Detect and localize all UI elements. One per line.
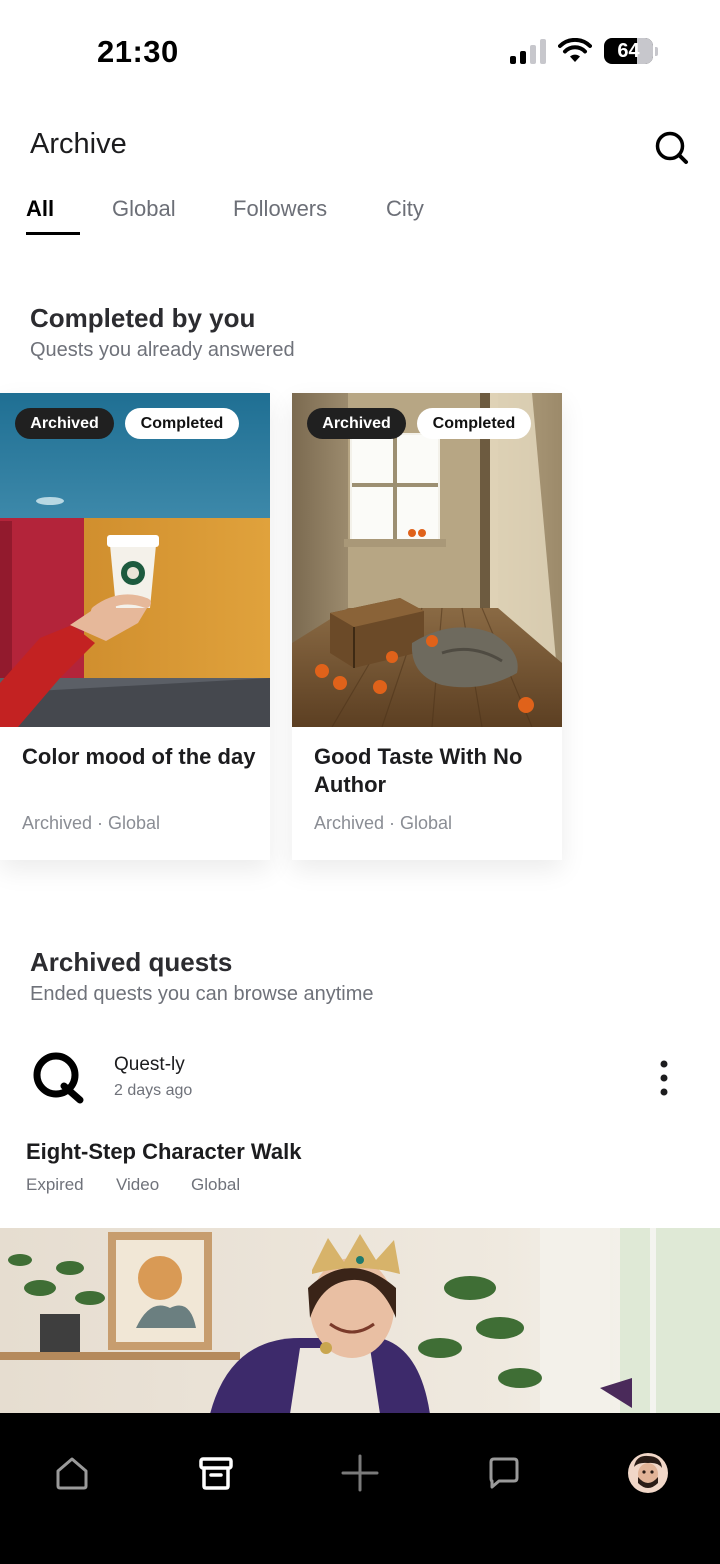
card-meta: Archived · Global — [314, 813, 453, 833]
completed-section-title: Completed by you — [30, 303, 256, 333]
nav-messages[interactable] — [472, 1441, 536, 1505]
page-title: Archive — [30, 128, 127, 160]
card-image: Archived Completed — [292, 393, 562, 727]
tab-global[interactable]: Global — [112, 196, 233, 236]
post-time: 2 days ago — [114, 1082, 193, 1099]
status-icons: 64 — [510, 38, 658, 64]
author-name[interactable]: Quest-ly — [114, 1054, 185, 1076]
wifi-icon — [558, 38, 592, 62]
status-bar: 21:30 64 — [0, 0, 720, 100]
battery-level: 64 — [617, 40, 640, 62]
cellular-signal-icon — [510, 38, 546, 64]
card-title: Color mood of the day — [22, 744, 256, 769]
bottom-navigation — [0, 1413, 720, 1564]
tab-followers[interactable]: Followers — [233, 196, 386, 236]
nav-create[interactable] — [328, 1441, 392, 1505]
nav-profile[interactable] — [616, 1441, 680, 1505]
nav-archive[interactable] — [184, 1441, 248, 1505]
nav-home[interactable] — [40, 1441, 104, 1505]
archived-section-subtitle: Ended quests you can browse anytime — [30, 983, 374, 1005]
archive-icon — [199, 1457, 233, 1490]
search-icon — [655, 131, 688, 164]
chat-icon — [489, 1457, 519, 1489]
post-title[interactable]: Eight-Step Character Walk — [26, 1139, 301, 1165]
more-vertical-icon — [660, 1060, 668, 1096]
post-media[interactable] — [0, 1228, 720, 1414]
completed-section-subtitle: Quests you already answered — [30, 339, 295, 361]
tab-all[interactable]: All — [26, 196, 112, 236]
home-icon — [56, 1457, 88, 1490]
questly-logo-icon — [33, 1052, 84, 1104]
author-avatar[interactable] — [30, 1048, 86, 1104]
card-meta: Archived · Global — [22, 813, 161, 833]
battery-icon: 64 — [604, 38, 658, 64]
quest-card-good-taste[interactable]: Archived Completed Good Taste With No Au… — [292, 393, 562, 860]
more-options-button[interactable] — [650, 1058, 678, 1098]
card-image: Archived Completed — [0, 393, 270, 727]
tag-type: Video — [116, 1175, 160, 1194]
status-time: 21:30 — [97, 34, 179, 69]
profile-avatar — [628, 1453, 668, 1493]
archived-badge: Archived — [15, 408, 114, 439]
plus-icon — [341, 1454, 379, 1492]
tag-scope: Global — [191, 1175, 241, 1194]
tab-city[interactable]: City — [386, 196, 424, 236]
card-title: Good Taste With No Author — [314, 744, 523, 797]
filter-tabs: All Global Followers City — [26, 196, 424, 236]
search-button[interactable] — [654, 130, 690, 166]
completed-badge: Completed — [417, 408, 531, 439]
quest-card-color-mood[interactable]: Archived Completed Color mood of the day… — [0, 393, 270, 860]
archived-section-title: Archived quests — [30, 947, 233, 977]
archived-badge: Archived — [307, 408, 406, 439]
post-tags: Expired Video Global — [26, 1175, 240, 1195]
tag-status: Expired — [26, 1175, 84, 1194]
completed-badge: Completed — [125, 408, 239, 439]
